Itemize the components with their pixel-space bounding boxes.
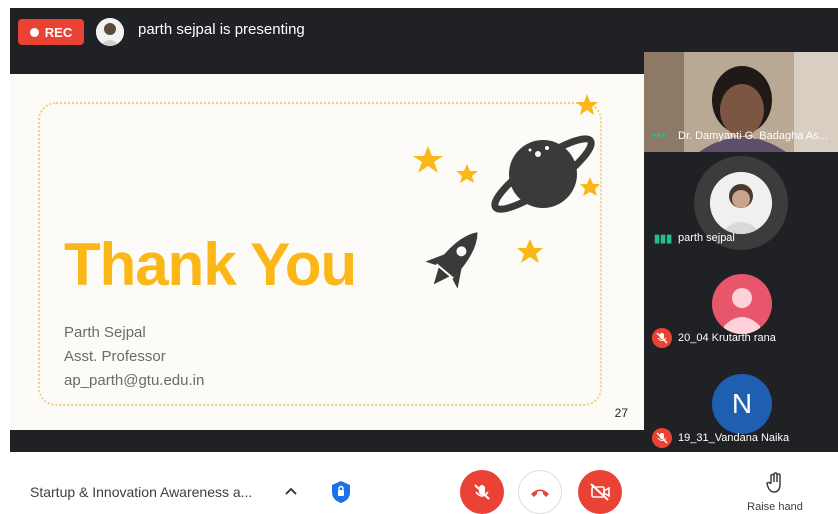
presentation-slide: Thank You Parth Sejpal Asst. Professor a…: [10, 74, 644, 430]
mic-off-icon: [474, 484, 490, 500]
shield-icon[interactable]: [331, 480, 351, 504]
recording-dot-icon: [29, 27, 39, 37]
participant-avatar[interactable]: [712, 274, 772, 334]
recording-badge: REC: [18, 19, 84, 45]
camera-off-button[interactable]: [578, 470, 622, 514]
top-strip: [0, 0, 838, 8]
audio-level-icon: ▮▮▮: [654, 233, 673, 245]
star-icon: [576, 94, 598, 115]
presenter-email: ap_parth@gtu.edu.in: [64, 372, 205, 389]
mic-off-button[interactable]: [460, 470, 504, 514]
star-icon: [413, 146, 443, 173]
rec-label: REC: [44, 24, 73, 40]
participant-name: 20_04 Krutarth rana: [678, 332, 776, 344]
bottom-control-bar: Startup & Innovation Awareness a... Rais…: [0, 452, 838, 514]
raise-hand-label: Raise hand: [747, 501, 803, 513]
meeting-title[interactable]: Startup & Innovation Awareness a...: [30, 484, 252, 500]
participant-avatar[interactable]: N: [712, 374, 772, 434]
mic-off-icon: [652, 328, 672, 348]
presenter-role: Asst. Professor: [64, 348, 166, 365]
raise-hand-icon: [766, 472, 781, 493]
avatar-initial: N: [731, 388, 753, 419]
chevron-up-icon[interactable]: [282, 482, 300, 500]
participant-name: Dr. Damyanti G. Badagha As...: [678, 130, 828, 142]
leave-call-button[interactable]: [518, 470, 562, 514]
rocket-icon: [425, 232, 478, 289]
top-bar: REC parth sejpal is presenting: [10, 8, 838, 52]
presenter-avatar: [96, 18, 124, 46]
slide-bottom-band: [10, 430, 644, 452]
slide-page-number: 27: [614, 406, 628, 420]
raise-hand-button[interactable]: Raise hand: [740, 472, 810, 513]
presenter-name: Parth Sejpal: [64, 324, 146, 341]
person-photo-icon: [96, 18, 124, 46]
presenting-text: parth sejpal is presenting: [138, 21, 305, 38]
speaking-dots-icon: •••: [652, 130, 667, 142]
participant-video-tile[interactable]: ••• Dr. Damyanti G. Badagha As...: [644, 52, 838, 152]
slide-title: Thank You: [64, 231, 357, 298]
participant-name: parth sejpal: [678, 232, 735, 244]
star-icon: [580, 177, 600, 196]
planet-icon: [491, 135, 595, 213]
default-person-icon: [724, 288, 760, 334]
hang-up-icon: [531, 489, 549, 497]
person-photo-icon: [710, 172, 772, 234]
star-icon: [456, 164, 478, 183]
participants-panel: ••• Dr. Damyanti G. Badagha As... ▮▮▮ pa…: [644, 52, 838, 452]
camera-off-icon: [590, 483, 610, 501]
slide-top-band: [10, 52, 644, 74]
mic-off-icon: [652, 428, 672, 448]
participant-name: 19_31_Vandana Naika: [678, 432, 790, 444]
star-icon: [517, 239, 543, 263]
